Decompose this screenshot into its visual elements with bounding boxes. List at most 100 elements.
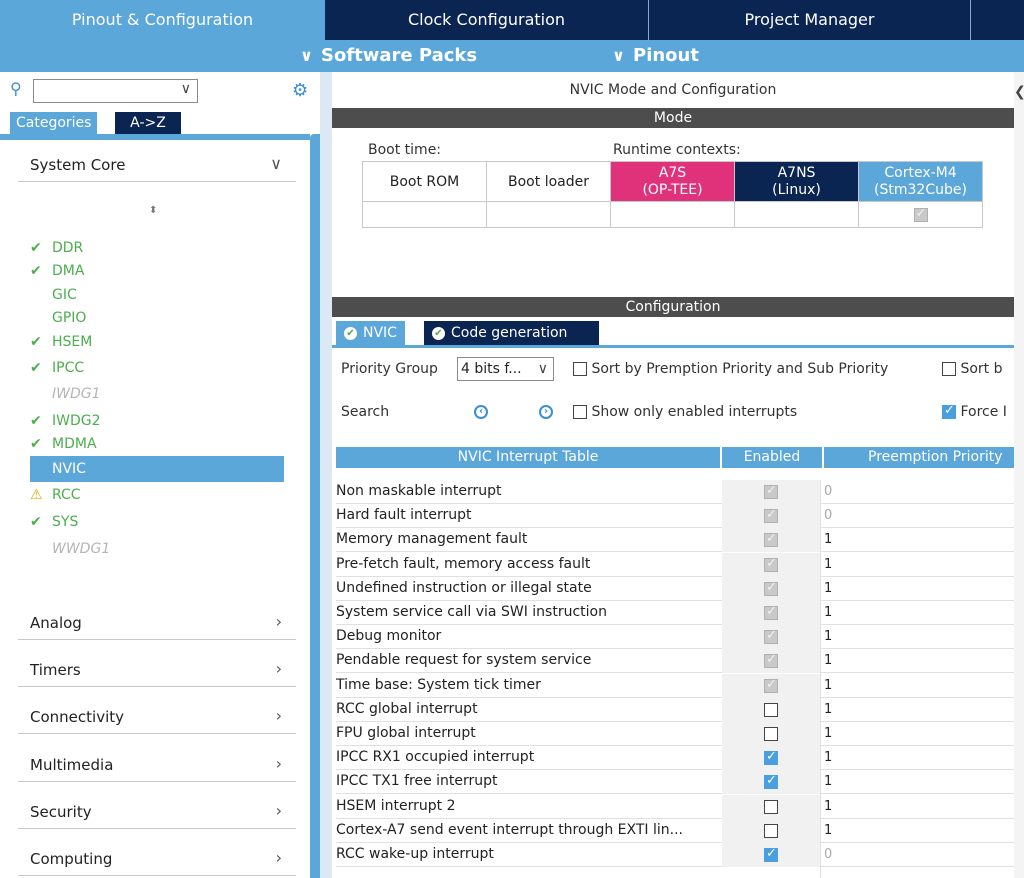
section-security[interactable]: Security › <box>18 795 296 829</box>
list-item-iwdg1[interactable]: IWDG1 <box>30 383 101 405</box>
scrollbar[interactable] <box>310 134 320 878</box>
priority-group-select[interactable]: 4 bits f... ∨ <box>457 357 554 381</box>
preemption-priority[interactable]: 1 <box>824 605 832 620</box>
warning-icon: ⚠ <box>30 487 43 503</box>
tab-project-manager[interactable]: Project Manager <box>648 0 970 40</box>
right-scrollbar[interactable] <box>1014 72 1024 878</box>
sort-priority-option[interactable]: Sort by Premption Priority and Sub Prior… <box>573 361 888 377</box>
tab-pinout-configuration[interactable]: Pinout & Configuration <box>0 0 325 40</box>
show-enabled-option[interactable]: Show only enabled interrupts <box>573 404 797 420</box>
tab-a-z[interactable]: A->Z <box>115 112 181 134</box>
search-previous-icon[interactable]: ‹ <box>474 405 488 419</box>
column-header-preemption[interactable]: Preemption Priority <box>824 447 1014 468</box>
boot-rom-cell: Boot ROM <box>362 161 487 202</box>
tab-nvic[interactable]: ✔ NVIC <box>336 321 405 345</box>
enabled-checkbox <box>764 580 778 596</box>
enabled-checkbox[interactable] <box>764 799 778 814</box>
pinout-menu[interactable]: ∨ Pinout <box>612 40 699 72</box>
table-row[interactable]: IPCC RX1 occupied interrupt 1 <box>336 746 1014 771</box>
list-item-gpio[interactable]: GPIO <box>30 307 86 329</box>
gear-icon[interactable]: ⚙ <box>292 80 308 101</box>
force-checkbox[interactable] <box>942 403 956 419</box>
list-item-mdma[interactable]: ✔ MDMA <box>30 433 97 455</box>
tab-extra[interactable] <box>970 0 1024 40</box>
sort-by-option[interactable]: Sort b <box>942 361 1003 377</box>
preemption-priority[interactable]: 1 <box>824 557 832 572</box>
search-input[interactable]: ∨ <box>33 79 198 103</box>
section-system-core[interactable]: System Core ∨ <box>18 148 296 182</box>
preemption-priority[interactable]: 1 <box>824 653 832 668</box>
enabled-checkbox[interactable] <box>764 702 778 717</box>
preemption-priority[interactable]: 1 <box>824 581 832 596</box>
table-row[interactable]: Pre-fetch fault, memory access fault 1 <box>336 552 1014 577</box>
table-row[interactable]: FPU global interrupt 1 <box>336 722 1014 746</box>
preemption-priority[interactable]: 1 <box>824 678 832 693</box>
table-row[interactable]: Cortex-A7 send event interrupt through E… <box>336 818 1014 843</box>
list-item-ddr[interactable]: ✔ DDR <box>30 237 83 259</box>
force-option[interactable]: Force I <box>942 403 1007 420</box>
table-row[interactable]: System service call via SWI instruction 1 <box>336 601 1014 625</box>
table-row[interactable]: Pendable request for system service 1 <box>336 649 1014 674</box>
preemption-priority[interactable]: 1 <box>824 532 832 547</box>
table-row[interactable]: Time base: System tick timer 1 <box>336 673 1014 698</box>
enabled-checkbox[interactable] <box>764 727 778 741</box>
table-row[interactable]: Hard fault interrupt 0 <box>336 504 1014 529</box>
enabled-checkbox <box>764 677 778 693</box>
column-header-enabled[interactable]: Enabled <box>722 447 822 468</box>
list-item-gic[interactable]: GIC <box>30 284 77 306</box>
table-row[interactable]: IPCC TX1 free interrupt 1 <box>336 770 1014 795</box>
list-item-wwdg1[interactable]: WWDG1 <box>30 538 110 560</box>
sort-priority-checkbox[interactable] <box>573 362 587 376</box>
table-row[interactable]: HSEM interrupt 2 1 <box>336 794 1014 819</box>
preemption-priority: 0 <box>824 508 833 524</box>
interrupt-name: HSEM interrupt 2 <box>336 797 456 814</box>
boot-time-label: Boot time: <box>368 142 442 158</box>
section-timers[interactable]: Timers › <box>18 653 296 687</box>
collapse-arrow-icon[interactable]: ❮ <box>1014 84 1024 100</box>
section-multimedia[interactable]: Multimedia › <box>18 748 296 782</box>
sort-by-checkbox[interactable] <box>942 362 956 376</box>
table-row[interactable]: RCC wake-up interrupt 0 <box>336 843 1014 867</box>
section-connectivity[interactable]: Connectivity › <box>18 700 296 734</box>
tab-categories[interactable]: Categories <box>10 112 98 134</box>
enabled-cell <box>722 528 820 553</box>
cortex-m4-cell: Cortex-M4 (Stm32Cube) <box>858 161 983 202</box>
table-row[interactable]: Undefined instruction or illegal state 1 <box>336 576 1014 601</box>
list-item-hsem[interactable]: ✔ HSEM <box>30 331 92 353</box>
preemption-priority[interactable]: 1 <box>824 799 832 814</box>
search-next-icon[interactable]: › <box>539 405 553 419</box>
preemption-priority[interactable]: 1 <box>824 726 832 741</box>
chevron-right-icon: › <box>275 848 282 867</box>
list-item-dma[interactable]: ✔ DMA <box>30 260 84 282</box>
section-analog[interactable]: Analog › <box>18 606 296 640</box>
preemption-priority[interactable]: 1 <box>824 702 832 717</box>
list-item-rcc[interactable]: ⚠ RCC <box>30 484 81 506</box>
enabled-checkbox[interactable] <box>764 823 778 838</box>
table-row[interactable]: Debug monitor 1 <box>336 625 1014 650</box>
software-packs-menu[interactable]: ∨ Software Packs <box>300 40 477 72</box>
a7ns-cell: A7NS (Linux) <box>734 161 859 202</box>
show-enabled-checkbox[interactable] <box>573 405 587 419</box>
sort-icon[interactable]: ⬍ <box>149 205 157 216</box>
preemption-priority[interactable]: 1 <box>824 750 832 765</box>
panel-divider[interactable] <box>320 72 332 878</box>
chevron-down-icon[interactable]: ∨ <box>181 81 191 97</box>
enabled-cell <box>722 576 820 601</box>
list-item-ipcc[interactable]: ✔ IPCC <box>30 357 84 379</box>
list-item-sys[interactable]: ✔ SYS <box>30 511 78 533</box>
column-header-table[interactable]: NVIC Interrupt Table <box>336 447 720 468</box>
table-row[interactable]: Non maskable interrupt 0 <box>336 480 1014 504</box>
preemption-priority[interactable]: 1 <box>824 629 832 644</box>
list-item-iwdg2[interactable]: ✔ IWDG2 <box>30 410 101 432</box>
tab-clock-configuration[interactable]: Clock Configuration <box>325 0 648 40</box>
enabled-checkbox[interactable] <box>764 749 778 766</box>
enabled-checkbox[interactable] <box>764 773 778 790</box>
list-item-nvic[interactable]: NVIC <box>30 456 284 482</box>
enabled-checkbox[interactable] <box>764 846 778 862</box>
preemption-priority[interactable]: 1 <box>824 774 832 789</box>
table-row[interactable]: Memory management fault 1 <box>336 528 1014 553</box>
preemption-priority[interactable]: 1 <box>824 823 832 838</box>
tab-code-generation[interactable]: ✔ Code generation <box>424 321 599 345</box>
section-computing[interactable]: Computing › <box>18 842 296 876</box>
table-row[interactable]: RCC global interrupt 1 <box>336 697 1014 722</box>
